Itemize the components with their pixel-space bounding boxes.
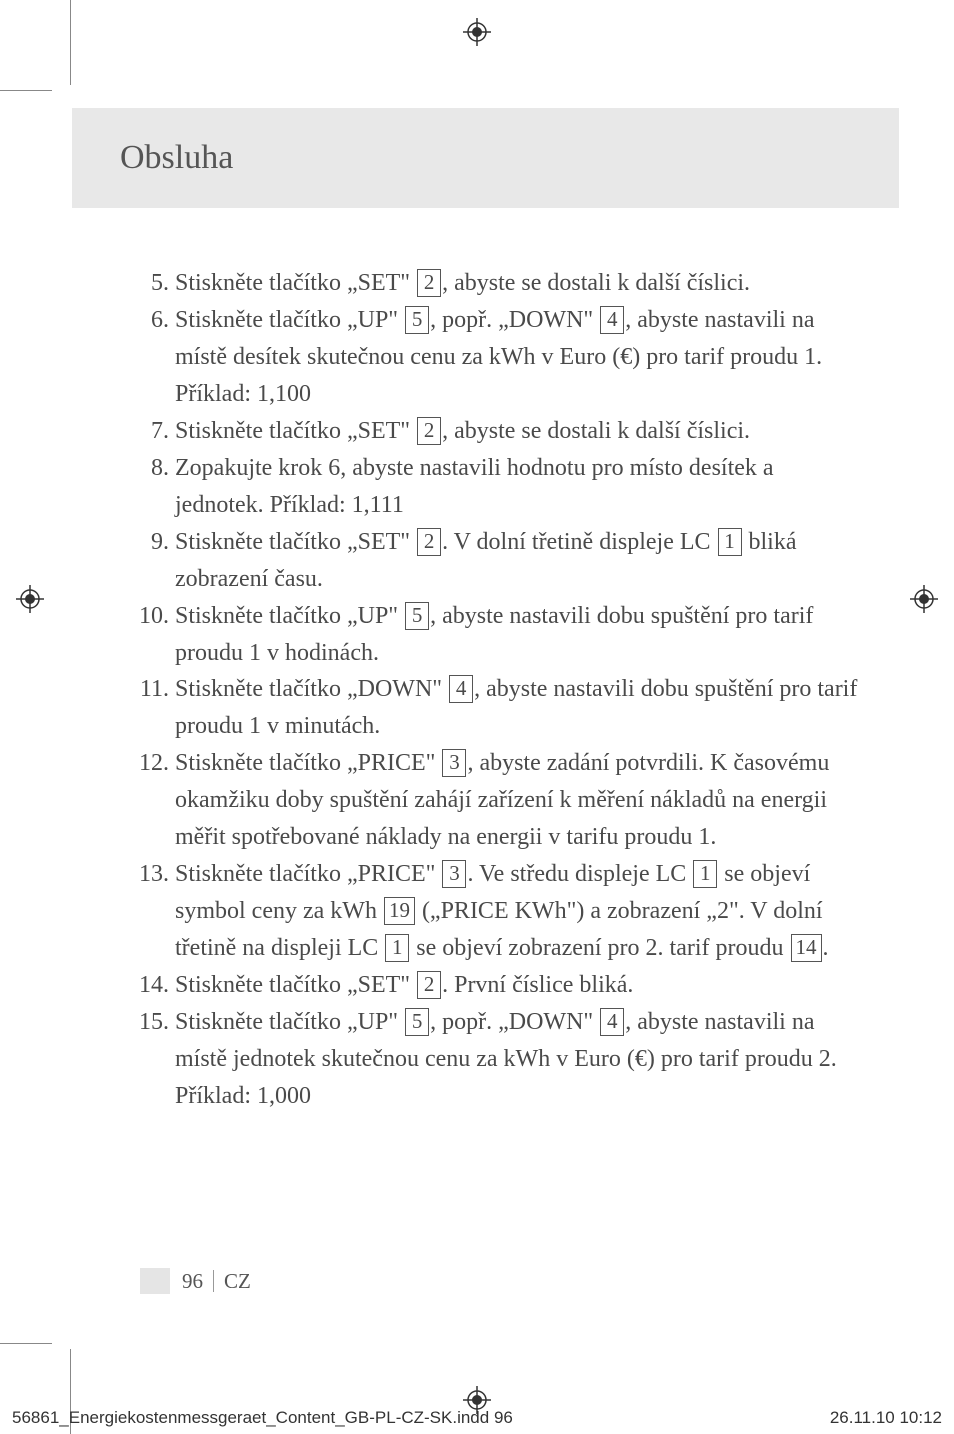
registration-mark-icon [463,18,491,46]
step-text: Stiskněte tlačítko „DOWN" 4, abyste nast… [175,671,864,745]
key-reference-box: 5 [405,602,429,630]
key-reference-box: 1 [385,934,409,962]
print-info: 56861_Energiekostenmessgeraet_Content_GB… [0,1408,954,1428]
crop-mark [0,1343,52,1344]
instruction-step: 5.Stiskněte tlačítko „SET" 2, abyste se … [120,265,864,302]
step-number: 15. [120,1004,175,1115]
registration-mark-icon [16,585,44,613]
key-reference-box: 19 [384,897,415,925]
instruction-step: 10.Stiskněte tlačítko „UP" 5, abyste nas… [120,598,864,672]
page-title: Obsluha [120,139,233,177]
step-number: 7. [120,413,175,450]
key-reference-box: 1 [718,528,742,556]
page-footer: 96 CZ [140,1268,251,1294]
instruction-step: 6.Stiskněte tlačítko „UP" 5, popř. „DOWN… [120,302,864,413]
instruction-step: 8.Zopakujte krok 6, abyste nastavili hod… [120,450,864,524]
instruction-step: 13.Stiskněte tlačítko „PRICE" 3. Ve stře… [120,856,864,967]
key-reference-box: 1 [693,860,717,888]
instruction-step: 7.Stiskněte tlačítko „SET" 2, abyste se … [120,413,864,450]
instruction-step: 12.Stiskněte tlačítko „PRICE" 3, abyste … [120,745,864,856]
step-text: Stiskněte tlačítko „SET" 2, abyste se do… [175,265,864,302]
crop-mark [0,90,52,91]
key-reference-box: 2 [417,971,441,999]
key-reference-box: 4 [600,306,624,334]
key-reference-box: 4 [600,1008,624,1036]
instruction-step: 15.Stiskněte tlačítko „UP" 5, popř. „DOW… [120,1004,864,1115]
source-filename: 56861_Energiekostenmessgeraet_Content_GB… [12,1408,513,1428]
key-reference-box: 4 [449,675,473,703]
instruction-step: 9.Stiskněte tlačítko „SET" 2. V dolní tř… [120,524,864,598]
key-reference-box: 14 [791,934,822,962]
step-text: Stiskněte tlačítko „UP" 5, popř. „DOWN" … [175,1004,864,1115]
step-text: Stiskněte tlačítko „UP" 5, popř. „DOWN" … [175,302,864,413]
step-number: 10. [120,598,175,672]
key-reference-box: 2 [417,417,441,445]
step-text: Stiskněte tlačítko „PRICE" 3. Ve středu … [175,856,864,967]
key-reference-box: 3 [442,749,466,777]
page-lang: CZ [224,1269,251,1294]
step-number: 9. [120,524,175,598]
step-text: Stiskněte tlačítko „SET" 2, abyste se do… [175,413,864,450]
instruction-step: 11.Stiskněte tlačítko „DOWN" 4, abyste n… [120,671,864,745]
step-text: Stiskněte tlačítko „SET" 2. V dolní třet… [175,524,864,598]
footer-block [140,1268,170,1294]
step-text: Stiskněte tlačítko „PRICE" 3, abyste zad… [175,745,864,856]
page-number: 96 [182,1269,203,1294]
key-reference-box: 3 [442,860,466,888]
instruction-list: 5.Stiskněte tlačítko „SET" 2, abyste se … [120,265,864,1115]
step-text: Stiskněte tlačítko „SET" 2. První číslic… [175,967,864,1004]
step-number: 12. [120,745,175,856]
step-number: 8. [120,450,175,524]
section-header: Obsluha [72,108,899,208]
step-number: 6. [120,302,175,413]
step-text: Stiskněte tlačítko „UP" 5, abyste nastav… [175,598,864,672]
step-text: Zopakujte krok 6, abyste nastavili hodno… [175,450,864,524]
key-reference-box: 5 [405,1008,429,1036]
step-number: 14. [120,967,175,1004]
registration-mark-icon [910,585,938,613]
step-number: 5. [120,265,175,302]
step-number: 11. [120,671,175,745]
crop-mark [70,0,71,85]
footer-divider [213,1270,214,1292]
key-reference-box: 5 [405,306,429,334]
key-reference-box: 2 [417,269,441,297]
key-reference-box: 2 [417,528,441,556]
print-timestamp: 26.11.10 10:12 [830,1408,942,1428]
step-number: 13. [120,856,175,967]
instruction-step: 14.Stiskněte tlačítko „SET" 2. První čís… [120,967,864,1004]
